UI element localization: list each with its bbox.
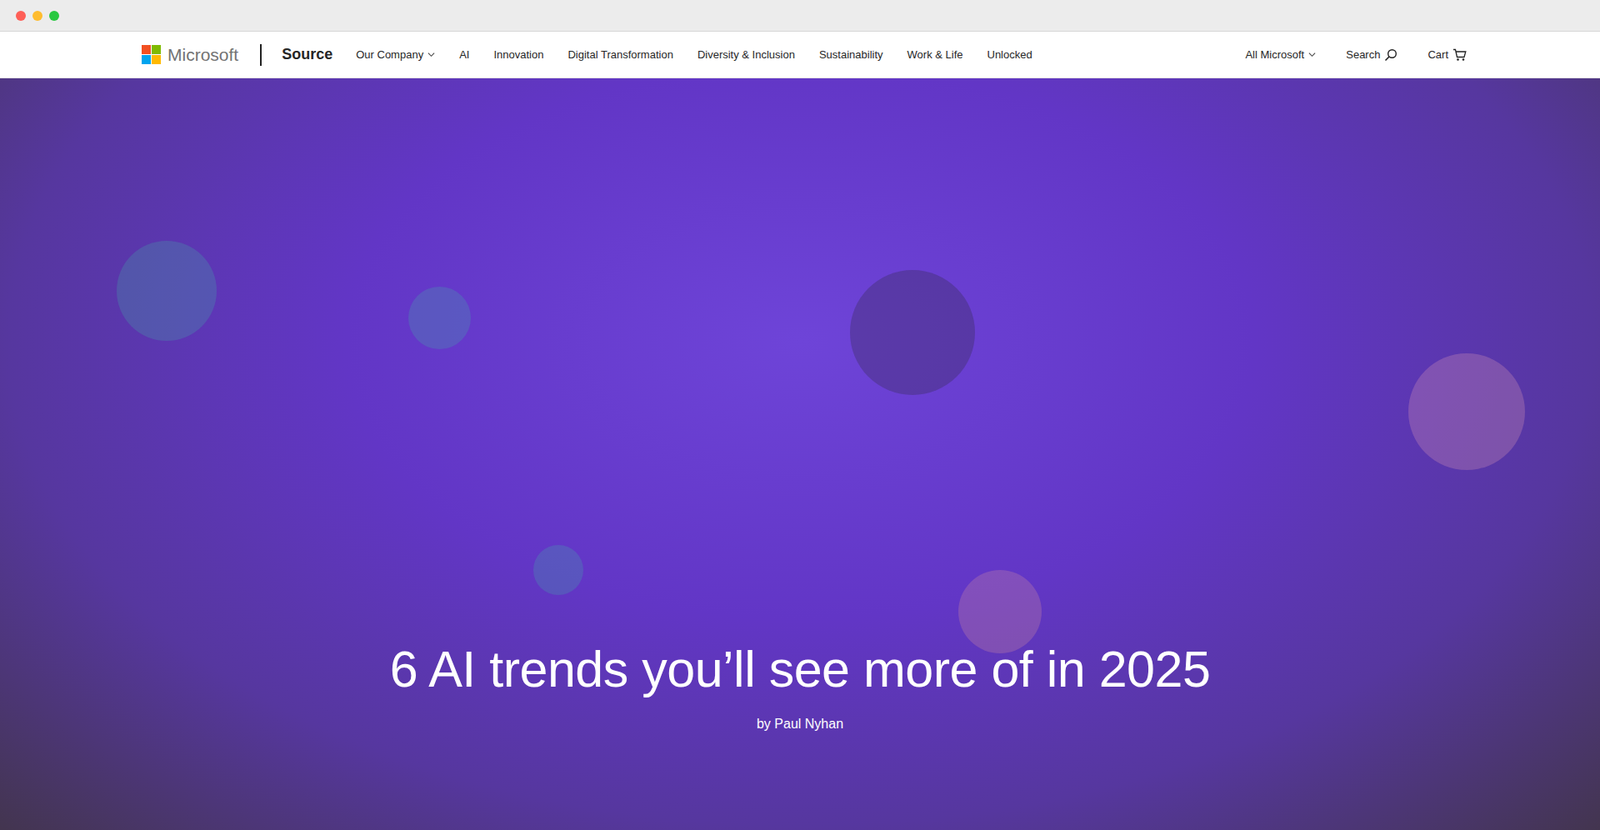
nav-item[interactable]: AI <box>459 48 470 61</box>
search-icon <box>1384 48 1398 62</box>
nav-item[interactable]: Unlocked <box>987 48 1033 61</box>
cart-icon <box>1452 48 1467 62</box>
nav-item[interactable]: Work & Life <box>907 48 964 61</box>
nav-item[interactable]: Our Company <box>355 48 435 61</box>
window-chrome <box>0 0 1600 32</box>
article-title: 6 AI trends you’ll see more of in 2025 <box>390 640 1211 699</box>
article-byline[interactable]: by Paul Nyhan <box>756 716 844 732</box>
decor-shape <box>1408 353 1525 470</box>
decor-shape <box>850 270 975 395</box>
decor-shape <box>408 286 471 350</box>
chevron-down-icon <box>1308 50 1316 59</box>
nav-item[interactable]: Sustainability <box>819 48 884 61</box>
site-name[interactable]: Source <box>281 45 333 64</box>
nav-item[interactable]: Digital Transformation <box>567 48 673 61</box>
menu-button[interactable]: All Microsoft <box>1245 48 1316 61</box>
separator <box>260 44 262 66</box>
top-nav: Microsoft Source Our Company AI Innovation Di… <box>0 31 1600 79</box>
cart-button[interactable]: Cart <box>1427 48 1467 62</box>
nav-items: Our Company AI Innovation Digital Transform… <box>355 48 1245 61</box>
microsoft-logo-icon <box>141 45 161 65</box>
search-button[interactable]: Search <box>1345 48 1398 62</box>
decor-shape <box>533 545 584 595</box>
microsoft-logo[interactable]: Microsoft <box>141 45 239 65</box>
brand-name: Microsoft <box>167 45 239 65</box>
minimize-button[interactable] <box>32 10 43 21</box>
decor-shape <box>116 240 217 341</box>
nav-item[interactable]: Innovation <box>493 48 544 61</box>
close-button[interactable] <box>15 10 26 21</box>
nav-item[interactable]: Diversity & Inclusion <box>697 48 795 61</box>
nav-right: All Microsoft Search Cart <box>1245 48 1467 62</box>
hero-image: 6 AI trends you’ll see more of in 2025 by… <box>0 78 1600 830</box>
zoom-button[interactable] <box>49 10 60 21</box>
chevron-down-icon <box>427 50 435 59</box>
